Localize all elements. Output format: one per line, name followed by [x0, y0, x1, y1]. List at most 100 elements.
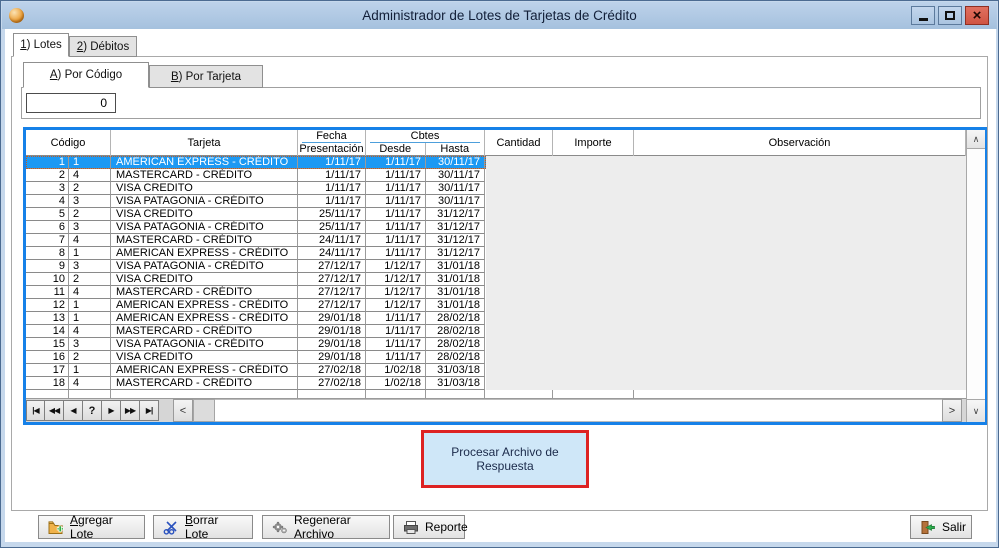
- lotes-grid: Código Tarjeta Fecha Presentación Cbtes …: [23, 127, 987, 425]
- nav-prior-page-button[interactable]: ◀◀: [45, 400, 64, 421]
- cell: 17: [26, 364, 69, 377]
- cell: 2: [69, 351, 111, 364]
- cell: 31/01/18: [426, 273, 485, 286]
- nav-last-button[interactable]: ▶|: [140, 400, 159, 421]
- salir-button[interactable]: Salir: [910, 515, 972, 539]
- add-folder-icon: [48, 520, 64, 535]
- table-row[interactable]: 153VISA PATAGONIA - CRÉDITO29/01/181/11/…: [26, 338, 486, 351]
- scroll-right-button[interactable]: >: [942, 399, 962, 422]
- cell: 1/12/17: [366, 273, 426, 286]
- cell: 3: [69, 260, 111, 273]
- table-row[interactable]: 121AMERICAN EXPRESS - CRÉDITO27/12/171/1…: [26, 299, 486, 312]
- cell: 4: [69, 325, 111, 338]
- cell: 1/12/17: [366, 260, 426, 273]
- scroll-thumb[interactable]: [193, 399, 215, 422]
- table-row[interactable]: 52VISA CREDITO25/11/171/11/1731/12/17: [26, 208, 486, 221]
- cell: 14: [26, 325, 69, 338]
- cell: 1/12/17: [366, 286, 426, 299]
- column-header-cbtes: Cbtes Desde Hasta: [366, 130, 485, 156]
- vscroll-track[interactable]: [967, 149, 985, 399]
- scroll-track[interactable]: [215, 399, 942, 422]
- cell: 12: [26, 299, 69, 312]
- reporte-button[interactable]: Reporte: [393, 515, 465, 539]
- nav-search-button[interactable]: ?: [83, 400, 102, 421]
- agregar-lote-button[interactable]: Agregar Lote: [38, 515, 145, 539]
- cell: 28/02/18: [426, 351, 485, 364]
- titlebar: Administrador de Lotes de Tarjetas de Cr…: [2, 2, 997, 29]
- table-row[interactable]: 24MASTERCARD - CRÉDITO1/11/171/11/1730/1…: [26, 169, 486, 182]
- tab-por-codigo[interactable]: A) Por Código: [23, 62, 149, 88]
- nav-next-button[interactable]: ▶: [102, 400, 121, 421]
- minimize-button[interactable]: [911, 6, 935, 25]
- table-row[interactable]: 144MASTERCARD - CRÉDITO29/01/181/11/1728…: [26, 325, 486, 338]
- maximize-button[interactable]: [938, 6, 962, 25]
- nav-first-button[interactable]: |◀: [26, 400, 45, 421]
- cell: VISA CREDITO: [111, 208, 298, 221]
- table-row[interactable]: 184MASTERCARD - CRÉDITO27/02/181/02/1831…: [26, 377, 486, 390]
- cell: 31/12/17: [426, 234, 485, 247]
- table-row[interactable]: 171AMERICAN EXPRESS - CRÉDITO27/02/181/0…: [26, 364, 486, 377]
- scissors-icon: [163, 520, 179, 535]
- cell: 1/11/17: [366, 325, 426, 338]
- cell: 1: [69, 299, 111, 312]
- borrar-lote-button[interactable]: Borrar Lote: [153, 515, 253, 539]
- grid-rows: 11AMERICAN EXPRESS - CRÉDITO1/11/171/11/…: [26, 156, 966, 390]
- cell: 28/02/18: [426, 312, 485, 325]
- grid-partial-row: [26, 390, 966, 399]
- cell: 1/02/18: [366, 377, 426, 390]
- procesar-archivo-button[interactable]: Procesar Archivo de Respuesta: [421, 430, 589, 488]
- scroll-left-button[interactable]: <: [173, 399, 193, 422]
- table-row[interactable]: 102VISA CREDITO27/12/171/12/1731/01/18: [26, 273, 486, 286]
- scroll-down-button[interactable]: ∨: [967, 399, 985, 422]
- codigo-input[interactable]: [26, 93, 116, 113]
- table-row[interactable]: 43VISA PATAGONIA - CRÉDITO1/11/171/11/17…: [26, 195, 486, 208]
- tab-lotes[interactable]: 1) Lotes: [13, 33, 69, 57]
- cell: 24/11/17: [298, 234, 366, 247]
- cell: AMERICAN EXPRESS - CRÉDITO: [111, 299, 298, 312]
- cell: 2: [69, 273, 111, 286]
- por-codigo-panel: [21, 87, 981, 119]
- nav-next-page-button[interactable]: ▶▶: [121, 400, 140, 421]
- tab-por-tarjeta[interactable]: B) Por Tarjeta: [149, 65, 263, 88]
- cell: 31/12/17: [426, 208, 485, 221]
- cell: 1/11/17: [366, 182, 426, 195]
- cell: 13: [26, 312, 69, 325]
- cell: 1: [26, 156, 69, 169]
- table-row[interactable]: 162VISA CREDITO29/01/181/11/1728/02/18: [26, 351, 486, 364]
- cell: 31/01/18: [426, 299, 485, 312]
- column-header-importe: Importe: [553, 130, 634, 156]
- cell: 1/11/17: [366, 351, 426, 364]
- table-row[interactable]: 114MASTERCARD - CRÉDITO27/12/171/12/1731…: [26, 286, 486, 299]
- cell: 27/12/17: [298, 273, 366, 286]
- cell: MASTERCARD - CRÉDITO: [111, 377, 298, 390]
- cell: AMERICAN EXPRESS - CRÉDITO: [111, 312, 298, 325]
- table-row[interactable]: 32VISA CREDITO1/11/171/11/1730/11/17: [26, 182, 486, 195]
- table-row[interactable]: 74MASTERCARD - CRÉDITO24/11/171/11/1731/…: [26, 234, 486, 247]
- cell: 16: [26, 351, 69, 364]
- table-row[interactable]: 93VISA PATAGONIA - CRÉDITO27/12/171/12/1…: [26, 260, 486, 273]
- cell: 27/12/17: [298, 299, 366, 312]
- cell: 28/02/18: [426, 325, 485, 338]
- cell: VISA CREDITO: [111, 273, 298, 286]
- cell: 1/02/18: [366, 364, 426, 377]
- regenerar-archivo-button[interactable]: Regenerar Archivo: [262, 515, 390, 539]
- column-header-tarjeta: Tarjeta: [111, 130, 298, 156]
- cell: 7: [26, 234, 69, 247]
- cell: MASTERCARD - CRÉDITO: [111, 286, 298, 299]
- cell: 3: [69, 195, 111, 208]
- tab-debitos[interactable]: 2) Débitos: [69, 36, 137, 57]
- cell: 1: [69, 364, 111, 377]
- salir-label: Salir: [942, 520, 966, 534]
- procesar-archivo-label: Procesar Archivo de Respuesta: [424, 445, 586, 473]
- close-button[interactable]: ×: [965, 6, 989, 25]
- cell: 1/11/17: [366, 234, 426, 247]
- cell: 1/11/17: [298, 156, 366, 169]
- exit-door-icon: [920, 520, 936, 535]
- table-row[interactable]: 63VISA PATAGONIA - CRÉDITO25/11/171/11/1…: [26, 221, 486, 234]
- table-row[interactable]: 131AMERICAN EXPRESS - CRÉDITO29/01/181/1…: [26, 312, 486, 325]
- table-row[interactable]: 11AMERICAN EXPRESS - CRÉDITO1/11/171/11/…: [26, 156, 486, 169]
- nav-prior-button[interactable]: ◀: [64, 400, 83, 421]
- agregar-lote-label: A: [70, 513, 78, 527]
- table-row[interactable]: 81AMERICAN EXPRESS - CRÉDITO24/11/171/11…: [26, 247, 486, 260]
- scroll-up-button[interactable]: ∧: [967, 130, 985, 149]
